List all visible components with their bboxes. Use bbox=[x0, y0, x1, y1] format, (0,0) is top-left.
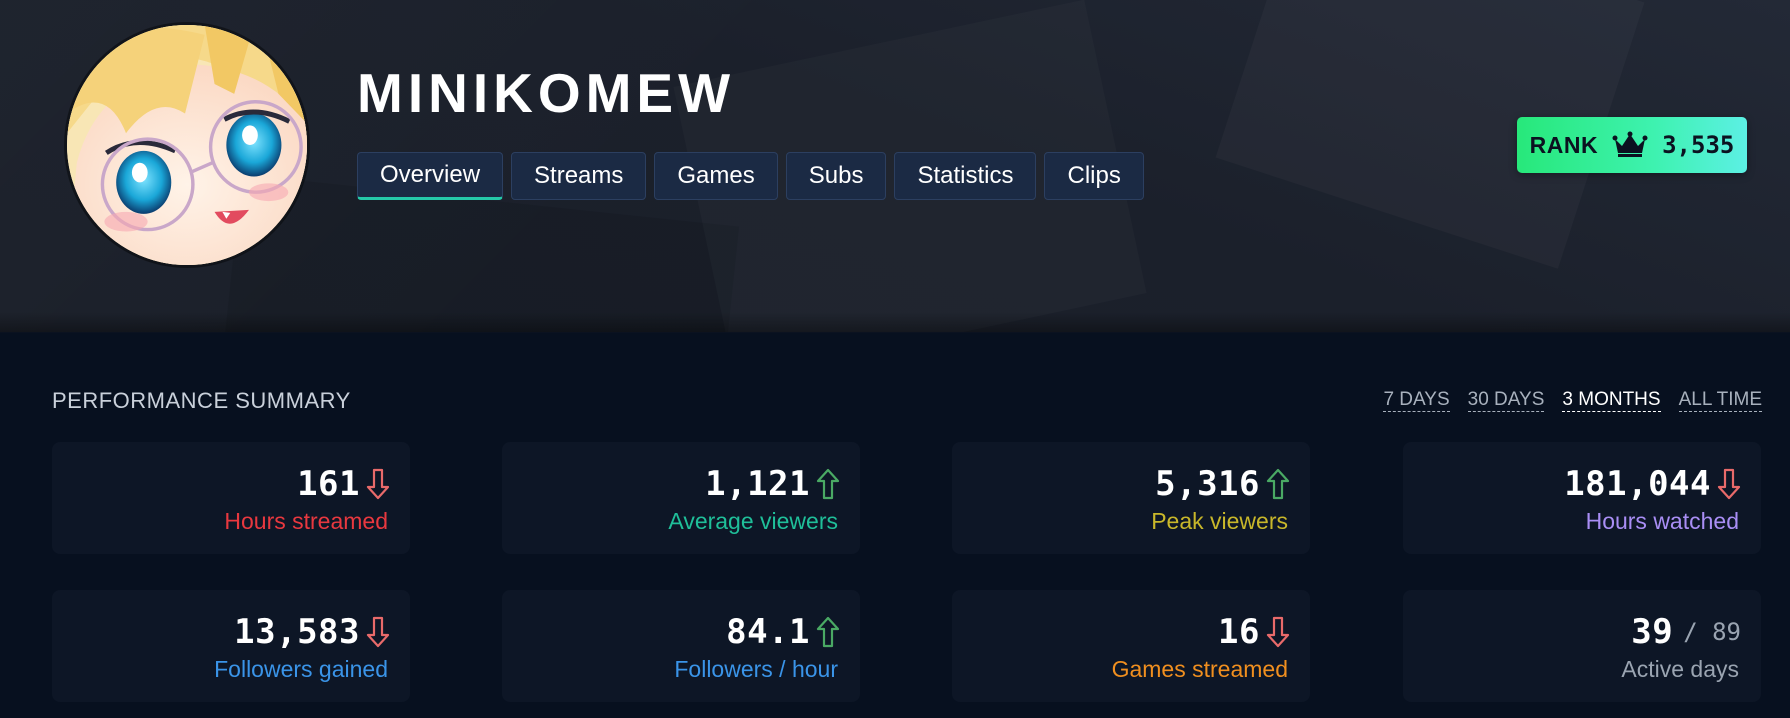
arrow-down-icon bbox=[1717, 468, 1741, 500]
tab-games[interactable]: Games bbox=[654, 152, 778, 200]
period-7-days[interactable]: 7 DAYS bbox=[1383, 390, 1450, 412]
arrow-up-icon bbox=[1266, 468, 1290, 500]
stat-label: Hours watched bbox=[1585, 508, 1739, 534]
stat-value: 16 bbox=[1218, 612, 1260, 652]
tab-overview[interactable]: Overview bbox=[357, 152, 504, 200]
channel-tabs: Overview Streams Games Subs Statistics C… bbox=[357, 152, 1144, 200]
arrow-up-icon bbox=[816, 616, 840, 648]
tab-streams[interactable]: Streams bbox=[511, 152, 647, 200]
tab-statistics[interactable]: Statistics bbox=[894, 152, 1037, 200]
stat-card-followers-gained: 13,583 Followers gained bbox=[52, 590, 410, 702]
stat-card-hours-streamed: 161 Hours streamed bbox=[52, 442, 410, 554]
stat-value: 39 bbox=[1631, 612, 1674, 652]
stat-card-followers-per-hour: 84.1 Followers / hour bbox=[502, 590, 860, 702]
section-title: PERFORMANCE SUMMARY bbox=[52, 388, 351, 413]
stat-value: 84.1 bbox=[726, 612, 810, 652]
arrow-down-icon bbox=[1266, 616, 1290, 648]
channel-header: MINIKOMEW Overview Streams Games Subs St… bbox=[0, 0, 1790, 333]
stat-card-games-streamed: 16 Games streamed bbox=[952, 590, 1310, 702]
stat-value-total: / 89 bbox=[1683, 618, 1741, 646]
period-3-months[interactable]: 3 MONTHS bbox=[1562, 390, 1661, 412]
stat-value: 5,316 bbox=[1155, 464, 1260, 504]
stat-value: 1,121 bbox=[705, 464, 810, 504]
arrow-down-icon bbox=[366, 468, 390, 500]
crown-icon bbox=[1612, 131, 1648, 157]
header-bottom-shade bbox=[0, 312, 1790, 332]
stat-card-peak-viewers: 5,316 Peak viewers bbox=[952, 442, 1310, 554]
stat-card-hours-watched: 181,044 Hours watched bbox=[1403, 442, 1761, 554]
arrow-up-icon bbox=[816, 468, 840, 500]
period-selector: 7 DAYS 30 DAYS 3 MONTHS ALL TIME bbox=[1383, 390, 1762, 412]
channel-name: MINIKOMEW bbox=[357, 62, 736, 124]
rank-value: 3,535 bbox=[1662, 131, 1735, 159]
arrow-down-icon bbox=[366, 616, 390, 648]
period-all-time[interactable]: ALL TIME bbox=[1678, 390, 1762, 412]
stat-value: 181,044 bbox=[1564, 464, 1711, 504]
stat-value: 161 bbox=[297, 464, 360, 504]
stat-label: Games streamed bbox=[1111, 656, 1288, 682]
avatar-illustration bbox=[67, 25, 307, 265]
stat-label: Hours streamed bbox=[224, 508, 388, 534]
stat-label: Peak viewers bbox=[1151, 508, 1288, 534]
stat-card-active-days: 39 / 89 Active days bbox=[1403, 590, 1761, 702]
stat-label: Followers gained bbox=[214, 656, 388, 682]
period-30-days[interactable]: 30 DAYS bbox=[1467, 390, 1545, 412]
tab-clips[interactable]: Clips bbox=[1044, 152, 1144, 200]
page-bottom bbox=[0, 712, 1790, 718]
stat-label: Active days bbox=[1621, 656, 1739, 682]
stat-value: 13,583 bbox=[234, 612, 360, 652]
avatar bbox=[65, 23, 309, 267]
stat-card-average-viewers: 1,121 Average viewers bbox=[502, 442, 860, 554]
tab-subs[interactable]: Subs bbox=[785, 152, 887, 200]
rank-badge[interactable]: RANK 3,535 bbox=[1517, 117, 1747, 173]
rank-label: RANK bbox=[1529, 131, 1599, 158]
stat-label: Average viewers bbox=[668, 508, 838, 534]
stat-label: Followers / hour bbox=[674, 656, 838, 682]
